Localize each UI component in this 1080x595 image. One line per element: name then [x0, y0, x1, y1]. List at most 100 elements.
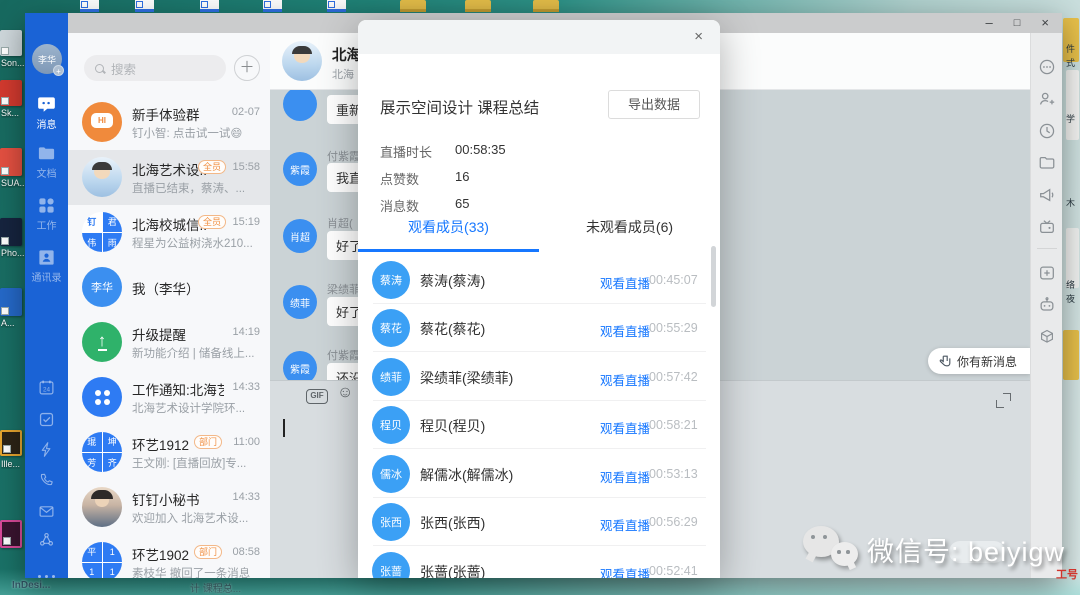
- watch-live-link[interactable]: 观看直播: [600, 321, 650, 340]
- sidebar-item-docs[interactable]: 文档: [25, 144, 68, 180]
- maximize-button[interactable]: □: [1014, 14, 1021, 32]
- export-data-button[interactable]: 导出数据: [608, 90, 700, 119]
- desktop-shortcut-icon[interactable]: [0, 520, 22, 548]
- call-button[interactable]: [25, 472, 68, 494]
- sender-avatar[interactable]: [283, 90, 317, 121]
- sidebar-item-contacts[interactable]: 通讯录: [25, 248, 68, 284]
- add-plugin-button[interactable]: [1031, 264, 1063, 287]
- chat-name: 工作通知:北海艺...: [132, 379, 224, 399]
- search-input[interactable]: 搜索: [84, 55, 226, 81]
- sender-avatar[interactable]: 紫霞: [283, 351, 317, 380]
- chat-avatar[interactable]: [282, 41, 322, 81]
- member-row[interactable]: 张蔷 张蔷(张蔷) 观看直播 00:52:41: [358, 547, 720, 578]
- watch-duration: 00:52:41: [649, 564, 698, 578]
- member-row[interactable]: 蔡花 蔡花(蔡花) 观看直播 00:55:29: [358, 304, 720, 352]
- live-button[interactable]: [1031, 218, 1063, 241]
- desktop-shortcut-icon[interactable]: [327, 0, 346, 12]
- group-avatar: [82, 157, 122, 197]
- chat-settings-button[interactable]: [1031, 58, 1063, 81]
- desktop-side-label: 工号: [1056, 566, 1078, 582]
- emoji-button[interactable]: ☺: [337, 384, 353, 402]
- group-avatar: 平111: [82, 542, 122, 578]
- close-icon[interactable]: ×: [694, 28, 703, 45]
- chat-list-item[interactable]: 工作通知:北海艺... 14:33 北海艺术设计学院环...: [68, 370, 270, 425]
- chat-preview: 王文刚: [直播回放]专...: [132, 455, 260, 471]
- member-row[interactable]: 蔡涛 蔡涛(蔡涛) 观看直播 00:45:07: [358, 256, 720, 304]
- desktop-shortcut-icon[interactable]: [0, 148, 22, 176]
- chat-list-item[interactable]: 李华 我（李华）: [68, 260, 270, 315]
- new-message-pill[interactable]: 你有新消息: [928, 348, 1030, 374]
- chat-list-item[interactable]: HI 新手体验群 02-07 钉小智: 点击试一试😄: [68, 95, 270, 150]
- watch-live-link[interactable]: 观看直播: [600, 515, 650, 534]
- expand-input-icon[interactable]: [996, 393, 1011, 408]
- window-close-button[interactable]: ×: [1041, 14, 1049, 32]
- desktop-shortcut-icon[interactable]: [80, 0, 99, 12]
- todo-button[interactable]: [25, 411, 68, 433]
- modal-title: 展示空间设计 课程总结: [380, 96, 539, 118]
- desktop-shortcut-icon[interactable]: [0, 30, 22, 56]
- chat-time: 15:58: [232, 161, 260, 173]
- chat-list-item[interactable]: 琨坤芳齐 环艺1912 部门 11:00 王文刚: [直播回放]专...: [68, 425, 270, 480]
- watch-live-link[interactable]: 观看直播: [600, 418, 650, 437]
- sidebar-item-messages[interactable]: 消息: [25, 95, 68, 131]
- files-button[interactable]: [1031, 154, 1063, 177]
- chat-preview: 素枝华 撤回了一条消息: [132, 565, 260, 578]
- assistant-avatar: [82, 487, 122, 527]
- tab-watched-members[interactable]: 观看成员(33): [358, 217, 539, 237]
- member-row[interactable]: 绩菲 梁绩菲(梁绩菲) 观看直播 00:57:42: [358, 353, 720, 401]
- desktop-shortcut-icon[interactable]: [0, 80, 22, 106]
- search-icon: [95, 64, 104, 73]
- member-row[interactable]: 程贝 程贝(程贝) 观看直播 00:58:21: [358, 401, 720, 449]
- desktop-folder-icon[interactable]: [533, 0, 559, 12]
- member-row[interactable]: 张西 张西(张西) 观看直播 00:56:29: [358, 498, 720, 546]
- add-chat-button[interactable]: ＋: [234, 55, 260, 81]
- sender-avatar[interactable]: 绩菲: [283, 285, 317, 319]
- share-button[interactable]: [25, 531, 68, 553]
- sidebar-item-work[interactable]: 工作: [25, 196, 68, 232]
- calendar-button[interactable]: 24: [25, 379, 68, 401]
- desktop-shortcut-icon[interactable]: [135, 0, 154, 12]
- member-avatar: 蔡花: [372, 309, 410, 347]
- watch-live-link[interactable]: 观看直播: [600, 467, 650, 486]
- chat-list-item[interactable]: 平111 环艺1902 部门 08:58 素枝华 撤回了一条消息: [68, 535, 270, 578]
- desktop-folder-icon[interactable]: [1063, 330, 1079, 380]
- desktop-folder-icon[interactable]: [400, 0, 426, 12]
- add-member-button[interactable]: [1031, 90, 1063, 113]
- chat-name: 新手体验群: [132, 104, 200, 124]
- flash-button[interactable]: [25, 441, 68, 463]
- watch-live-link[interactable]: 观看直播: [600, 370, 650, 389]
- desktop-shortcut-icon[interactable]: [200, 0, 219, 12]
- robot-button[interactable]: [1031, 296, 1063, 319]
- desktop-folder-icon[interactable]: [465, 0, 491, 12]
- watermark-text: 微信号: beiyigw: [867, 530, 1065, 569]
- cube-icon: [1038, 328, 1056, 346]
- avatar-add-badge[interactable]: +: [53, 65, 64, 76]
- announcement-button[interactable]: [1031, 186, 1063, 209]
- gif-button[interactable]: GIF: [306, 389, 328, 404]
- cube-plugin-button[interactable]: [1031, 328, 1063, 351]
- minimize-button[interactable]: –: [986, 14, 993, 32]
- member-row[interactable]: 儒冰 解儒冰(解儒冰) 观看直播 00:53:13: [358, 450, 720, 498]
- sender-avatar[interactable]: 紫霞: [283, 152, 317, 186]
- modal-scrollbar[interactable]: [711, 246, 716, 307]
- contacts-icon: [37, 248, 56, 267]
- text-caret: [283, 419, 285, 437]
- chat-list-item[interactable]: 钉君伟雨 北海校城信... 全员 15:19 程星为公益树浇水210...: [68, 205, 270, 260]
- watch-live-link[interactable]: 观看直播: [600, 564, 650, 578]
- chat-list-item-selected[interactable]: 北海艺术设... 全员 15:58 直播已结束，蔡涛、...: [68, 150, 270, 205]
- desktop-shortcut-icon[interactable]: [0, 218, 22, 246]
- more-options-button[interactable]: [25, 565, 68, 583]
- chat-history-button[interactable]: [1031, 122, 1063, 145]
- sender-avatar[interactable]: 肖超: [283, 219, 317, 253]
- department-badge: 部门: [194, 435, 222, 449]
- chat-name: 环艺1912: [132, 434, 189, 454]
- desktop-shortcut-icon[interactable]: [263, 0, 282, 12]
- desktop-shortcut-icon[interactable]: [0, 288, 22, 316]
- tab-unwatched-members[interactable]: 未观看成员(6): [539, 217, 720, 237]
- watch-live-link[interactable]: 观看直播: [600, 273, 650, 292]
- mail-button[interactable]: [25, 503, 68, 525]
- avatar[interactable]: 李华 +: [32, 44, 62, 74]
- chat-list-item[interactable]: 钉钉小秘书 14:33 欢迎加入 北海艺术设...: [68, 480, 270, 535]
- chat-list-item[interactable]: ↑ 升级提醒 14:19 新功能介绍 | 储备线上...: [68, 315, 270, 370]
- desktop-shortcut-icon[interactable]: [0, 430, 22, 456]
